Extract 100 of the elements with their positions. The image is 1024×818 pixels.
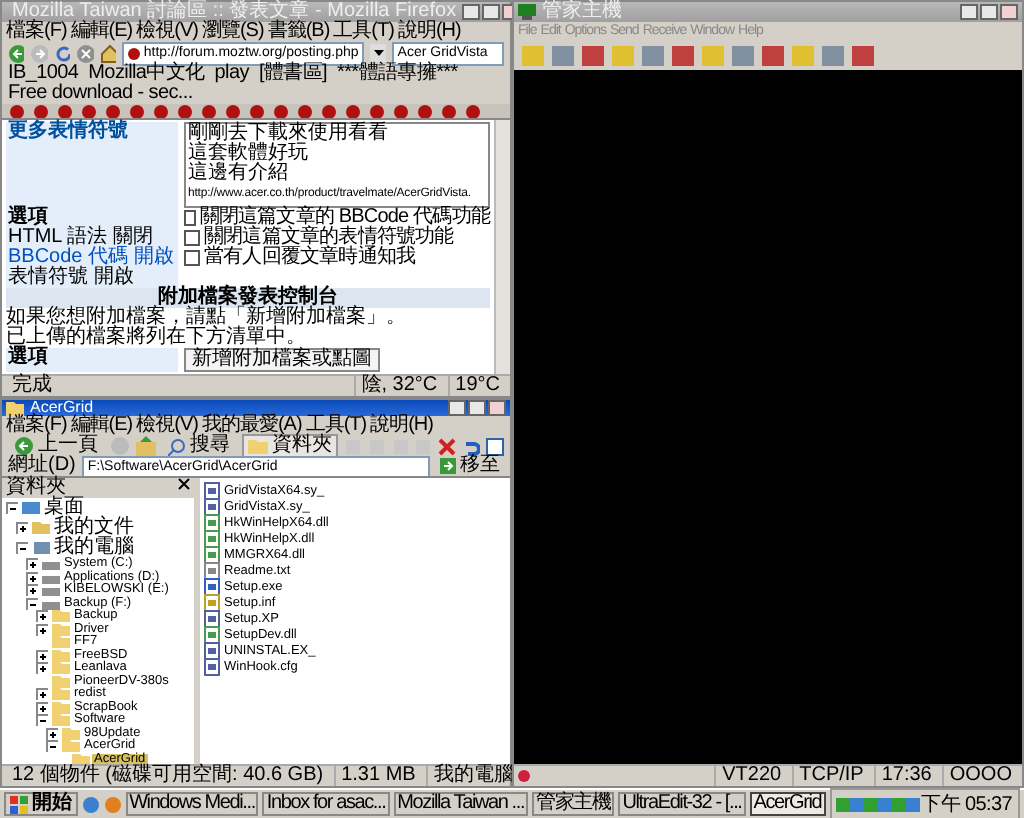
- menu-item[interactable]: 瀏覽(S): [201, 22, 264, 42]
- toolbar-icon[interactable]: [850, 44, 876, 68]
- status-text: TCP/IP: [791, 766, 870, 786]
- bookmark-item[interactable]: Mozilla中文化: [88, 64, 205, 84]
- status-dot-icon: [518, 770, 530, 782]
- checkbox-label: 當有人回覆文章時通知我: [204, 248, 416, 268]
- back-icon[interactable]: [8, 43, 25, 63]
- collapse-icon[interactable]: [46, 740, 60, 753]
- status-text: 1.31 MB: [333, 766, 422, 786]
- tree-item[interactable]: 桌面: [42, 498, 86, 518]
- taskbar-button[interactable]: UltraEdit-32 - [...: [618, 792, 746, 816]
- scrollbar[interactable]: [494, 120, 510, 374]
- toolbar-icon[interactable]: [820, 44, 846, 68]
- clock: 下午 05:37: [919, 790, 1014, 818]
- options-heading: 選項: [8, 208, 50, 228]
- go-arrow-icon: [440, 458, 456, 474]
- undo-icon[interactable]: [462, 437, 481, 455]
- checkbox[interactable]: [184, 250, 200, 266]
- search-icon: [167, 437, 186, 455]
- setting-text: HTML 語法 關閉: [8, 228, 153, 248]
- monitor-icon: [518, 4, 536, 20]
- toolbar-icon[interactable]: [670, 44, 696, 68]
- menu-item[interactable]: 工具(T): [333, 22, 394, 42]
- bookmark-item[interactable]: [體書區]: [258, 64, 327, 84]
- checkbox-label: 關閉這篇文章的 BBCode 代碼功能: [199, 208, 490, 228]
- close-icon[interactable]: [178, 478, 190, 490]
- collapse-icon[interactable]: [6, 502, 20, 514]
- menu-item[interactable]: 工具(T): [305, 416, 367, 436]
- note-text: 已上傳的檔案將列在下方清單中。: [6, 328, 306, 348]
- menu-item[interactable]: 檔案(F): [6, 416, 67, 436]
- home-icon[interactable]: [99, 43, 116, 63]
- tree-item[interactable]: 我的電腦: [52, 538, 136, 558]
- menu-item[interactable]: 說明(H): [397, 22, 461, 42]
- menu-item[interactable]: 檢視(V): [136, 22, 198, 42]
- start-button[interactable]: 開始: [4, 792, 78, 816]
- computer-icon: [32, 542, 50, 554]
- desktop-icon: [22, 502, 40, 514]
- address-label: 網址(D): [8, 456, 76, 476]
- status-text: 12 個物件 (磁碟可用空間: 40.6 GB): [10, 766, 326, 786]
- section-heading: 附加檔案發表控制台: [6, 288, 490, 308]
- menu-item[interactable]: 我的最愛(A): [201, 416, 302, 436]
- toolbar-icon[interactable]: [640, 44, 666, 68]
- taskbar-button[interactable]: Mozilla Taiwan ...: [393, 792, 529, 816]
- bookmark-item[interactable]: ***體語專擁***: [337, 64, 458, 84]
- menu-item[interactable]: 說明(H): [370, 416, 433, 436]
- reload-icon[interactable]: [53, 43, 71, 63]
- up-folder-icon[interactable]: [135, 436, 156, 456]
- expand-icon[interactable]: [26, 584, 40, 597]
- back-icon: [14, 436, 34, 456]
- status-text: 17:36: [873, 766, 938, 786]
- expand-icon[interactable]: [36, 688, 50, 701]
- status-text: OOOO: [941, 766, 1018, 786]
- search-button[interactable]: 搜尋: [161, 434, 236, 458]
- tree-item[interactable]: 我的文件: [52, 518, 136, 538]
- menu-item[interactable]: 書籤(B): [267, 22, 330, 42]
- bookmark-item[interactable]: IB_1004: [8, 64, 79, 84]
- menu-item[interactable]: 編輯(E): [70, 416, 133, 436]
- options-heading: 選項: [8, 346, 48, 368]
- menu-item[interactable]: 檢視(V): [136, 416, 198, 436]
- window-controls[interactable]: [960, 4, 1018, 20]
- expand-icon[interactable]: [36, 662, 50, 675]
- bookmark-item[interactable]: Free download - sec...: [8, 84, 193, 104]
- checkbox[interactable]: [184, 230, 200, 246]
- folders-button[interactable]: 資料夾: [241, 434, 338, 458]
- window-title: AcerGrid: [30, 400, 94, 416]
- toolbar-icon[interactable]: [550, 44, 576, 68]
- expand-icon[interactable]: [36, 623, 50, 636]
- weather-text: 19°C: [447, 376, 506, 396]
- collapse-icon[interactable]: [36, 714, 50, 727]
- delete-icon[interactable]: [438, 437, 457, 455]
- more-smileys-link[interactable]: 更多表情符號: [8, 120, 128, 142]
- menu-item[interactable]: 編輯(E): [70, 22, 133, 42]
- checkbox-label: 關閉這篇文章的表情符號功能: [204, 228, 454, 248]
- bookmark-item[interactable]: play: [214, 64, 249, 84]
- setting-link[interactable]: BBCode 代碼 開啟: [8, 248, 176, 268]
- taskbar-button[interactable]: Windows Medi...: [125, 792, 259, 816]
- note-text: 如果您想附加檔案，請點「新增附加檔案」。: [6, 308, 408, 328]
- expand-icon[interactable]: [16, 522, 30, 534]
- toolbar-icon[interactable]: [730, 44, 756, 68]
- taskbar-button[interactable]: AcerGrid: [749, 792, 826, 816]
- status-text: VT220: [714, 766, 788, 786]
- window-controls[interactable]: [448, 400, 506, 416]
- weather-text: 陰, 32°C: [353, 376, 444, 396]
- taskbar-button[interactable]: 管家主機: [532, 792, 615, 816]
- views-icon[interactable]: [486, 437, 504, 455]
- taskbar-button[interactable]: Inbox for asac...: [262, 792, 390, 816]
- status-text: 完成: [10, 376, 54, 396]
- add-attachment-button[interactable]: 新增附加檔案或點圖: [184, 348, 380, 372]
- windows-logo: [10, 795, 28, 813]
- dropdown-icon[interactable]: [370, 44, 386, 62]
- go-button[interactable]: 移至: [436, 456, 504, 476]
- collapse-icon[interactable]: [26, 597, 40, 610]
- collapse-icon[interactable]: [16, 542, 30, 554]
- folder-icon: [32, 522, 50, 534]
- toolbar-icon[interactable]: [580, 44, 606, 68]
- toolbar-icon[interactable]: [760, 44, 786, 68]
- checkbox[interactable]: [184, 210, 196, 226]
- expand-icon[interactable]: [26, 558, 40, 571]
- expand-icon[interactable]: [36, 610, 50, 623]
- stop-icon[interactable]: [76, 43, 93, 63]
